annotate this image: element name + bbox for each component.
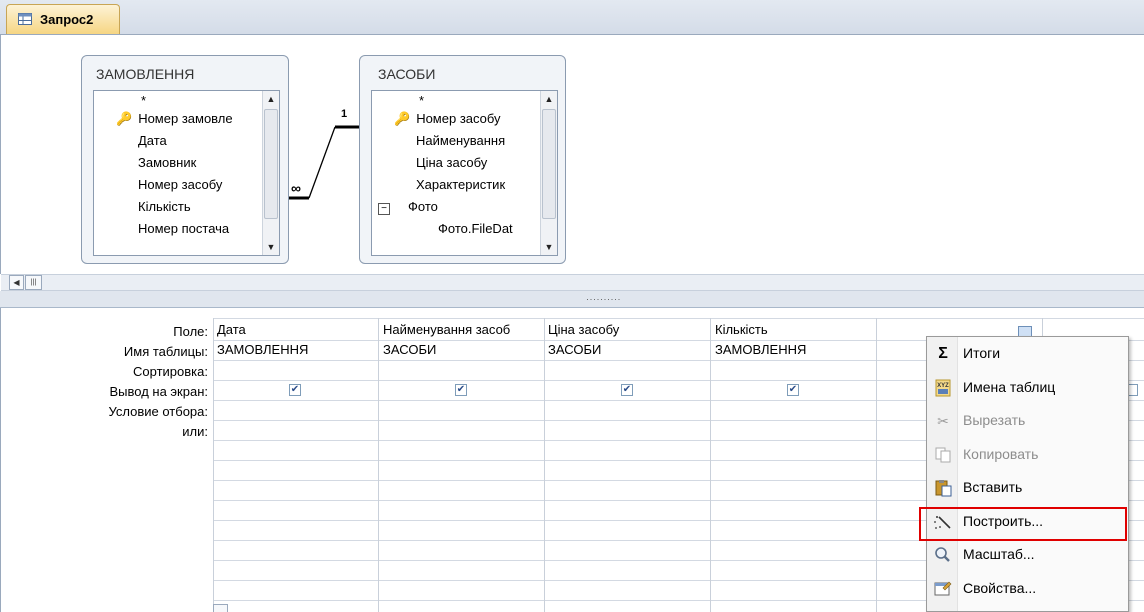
grid-scroll-left-icon[interactable] xyxy=(213,604,228,612)
menu-item-zoom[interactable]: Масштаб... xyxy=(929,539,1126,571)
grid-cell-field[interactable]: Найменування засоб xyxy=(383,322,543,337)
row-label-show: Вывод на экран: xyxy=(109,384,208,399)
row-label-or: или: xyxy=(182,424,208,439)
row-label-sort: Сортировка: xyxy=(133,364,208,379)
relationship-line[interactable] xyxy=(1,35,701,274)
grid-cell-field[interactable]: Дата xyxy=(217,322,377,337)
grid-cell-table[interactable]: ЗАМОВЛЕННЯ xyxy=(217,342,377,357)
svg-text:XYZ: XYZ xyxy=(937,383,949,389)
copy-icon xyxy=(935,447,951,463)
splitter-grip[interactable]: · · · · · · · · · · xyxy=(586,295,620,304)
show-checkbox[interactable]: ✔ xyxy=(621,384,633,396)
table-names-icon: XYZ xyxy=(935,379,951,397)
pane-splitter[interactable]: · · · · · · · · · · xyxy=(0,291,1144,308)
paste-icon xyxy=(935,480,952,497)
grid-cell-table[interactable]: ЗАСОБИ xyxy=(548,342,708,357)
document-tab-bar: Запрос2 xyxy=(0,0,1144,35)
row-label-table: Имя таблицы: xyxy=(123,344,208,359)
menu-item-table-names[interactable]: XYZ Имена таблиц xyxy=(929,372,1126,404)
scroll-thumb[interactable]: ||| xyxy=(25,275,42,290)
menu-item-properties[interactable]: Свойства... xyxy=(929,573,1126,605)
zoom-icon xyxy=(935,547,950,562)
menu-item-totals[interactable]: Σ Итоги xyxy=(929,338,1126,370)
relationship-many-label: ∞ xyxy=(291,180,301,196)
relationship-one-label: 1 xyxy=(341,108,348,120)
query-icon xyxy=(18,13,32,25)
row-label-criteria: Условие отбора: xyxy=(108,404,208,419)
show-checkbox[interactable]: ✔ xyxy=(289,384,301,396)
grid-cell-table[interactable]: ЗАМОВЛЕННЯ xyxy=(715,342,875,357)
tab-label: Запрос2 xyxy=(40,12,94,27)
row-label-field: Поле: xyxy=(173,324,208,339)
grid-cell-table[interactable]: ЗАСОБИ xyxy=(383,342,543,357)
context-menu: Σ Итоги XYZ Имена таблиц ✂ Вырезать Копи… xyxy=(926,336,1129,612)
properties-icon xyxy=(934,581,952,596)
scissors-icon: ✂ xyxy=(937,413,949,429)
design-horizontal-scrollbar[interactable]: ◀ ||| xyxy=(1,274,1144,291)
tab-zapros2[interactable]: Запрос2 xyxy=(6,4,120,34)
grid-cell-field[interactable]: Кількість xyxy=(715,322,875,337)
query-design-area[interactable]: ЗАМОВЛЕННЯ * 🔑 Номер замовле Дата Замовни… xyxy=(0,35,1144,274)
show-checkbox[interactable]: ✔ xyxy=(455,384,467,396)
menu-item-copy[interactable]: Копировать xyxy=(929,439,1126,471)
scroll-left-icon[interactable]: ◀ xyxy=(9,275,24,290)
grid-cell-field[interactable]: Ціна засобу xyxy=(548,322,708,337)
menu-item-paste[interactable]: Вставить xyxy=(929,472,1126,504)
show-checkbox[interactable]: ✔ xyxy=(787,384,799,396)
highlight-box xyxy=(919,507,1127,541)
sigma-icon: Σ xyxy=(938,345,948,362)
menu-item-cut[interactable]: ✂ Вырезать xyxy=(929,405,1126,437)
